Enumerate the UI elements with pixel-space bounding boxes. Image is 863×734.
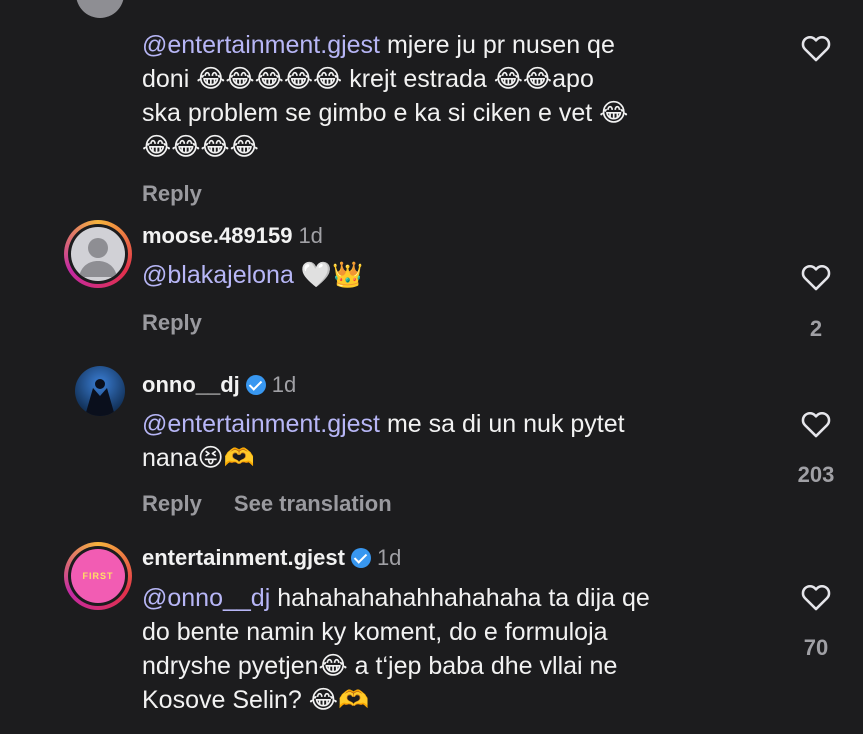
heart-icon[interactable]	[798, 407, 834, 441]
mention-link[interactable]: @blakajelona	[142, 261, 294, 289]
comment-text: @entertainment.gjest mjere ju pr nusen q…	[142, 28, 742, 164]
text-line: Kosove Selin? 😂🫶	[142, 686, 370, 714]
username-label[interactable]: entertainment.gjest	[142, 545, 345, 570]
like-count[interactable]: 70	[781, 635, 851, 661]
avatar-logo-text: FIRST	[82, 571, 114, 581]
text-line: do bente namin ky koment, do e formuloja	[142, 618, 608, 646]
username-label[interactable]: onno__dj	[142, 372, 240, 397]
text-line: mjere ju pr nusen qe	[380, 31, 615, 59]
text-line: ndryshe pyetjen😂 a t‘jep baba dhe vllai …	[142, 652, 618, 680]
see-translation-button[interactable]: See translation	[234, 491, 392, 516]
comment-age: 1d	[376, 545, 402, 570]
avatar[interactable]	[64, 220, 132, 288]
comment-text: @onno__dj hahahahahahhahahaha ta dija qe…	[142, 581, 742, 717]
reply-button[interactable]: Reply	[142, 310, 202, 335]
comment-actions: Reply See translation	[142, 491, 424, 517]
mention-link[interactable]: @entertainment.gjest	[142, 31, 380, 59]
heart-icon[interactable]	[798, 31, 834, 65]
comment-actions: Reply	[142, 181, 234, 207]
avatar[interactable]: FIRST	[64, 542, 132, 610]
text-line: hahahahahahhahahaha ta dija qe	[270, 584, 650, 612]
heart-icon[interactable]	[798, 260, 834, 294]
username-label[interactable]: moose.489159	[142, 223, 292, 248]
comment-text: @entertainment.gjest me sa di un nuk pyt…	[142, 407, 742, 475]
text-line: 🤍👑	[293, 261, 364, 289]
text-line: me sa di un nuk pytet	[380, 410, 625, 438]
username[interactable]: moose.489159 1d	[142, 223, 323, 249]
mention-link[interactable]: @entertainment.gjest	[142, 410, 380, 438]
heart-icon[interactable]	[798, 580, 834, 614]
text-line: 😂😂😂😂	[142, 133, 259, 161]
default-profile-icon	[79, 238, 117, 277]
like-count[interactable]: 2	[781, 316, 851, 342]
verified-badge-icon	[245, 375, 266, 395]
mention-link[interactable]: @onno__dj	[142, 584, 270, 612]
comment-age: 1d	[298, 223, 323, 248]
reply-button[interactable]: Reply	[142, 181, 202, 206]
avatar[interactable]	[75, 366, 125, 416]
comment-age: 1d	[271, 372, 297, 397]
username[interactable]: onno__dj 1d	[142, 372, 296, 398]
reply-button[interactable]: Reply	[142, 491, 202, 516]
comment-actions: Reply	[142, 310, 234, 336]
username[interactable]: entertainment.gjest 1d	[142, 545, 401, 571]
text-line: nana😝🫶	[142, 444, 255, 472]
text-line: ska problem se gimbo e ka si ciken e vet…	[142, 99, 629, 127]
like-count[interactable]: 203	[781, 462, 851, 488]
comment-text: @blakajelona 🤍👑	[142, 258, 742, 292]
profile-photo	[85, 379, 115, 416]
verified-badge-icon	[350, 548, 371, 568]
avatar[interactable]	[76, 0, 124, 18]
text-line: doni 😂😂😂😂😂 krejt estrada 😂😂apo	[142, 65, 594, 93]
